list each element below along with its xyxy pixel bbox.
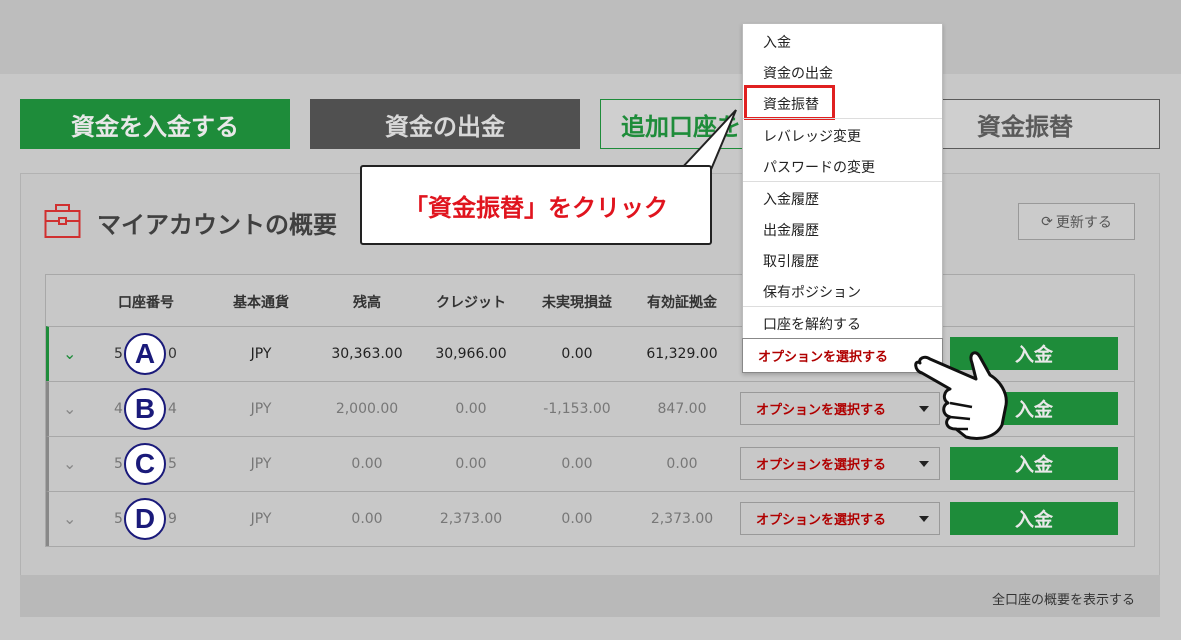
row-marker-badge: B bbox=[124, 388, 166, 430]
header-balance: 残高 bbox=[353, 295, 381, 311]
menu-item-withdraw[interactable]: 資金の出金 bbox=[763, 63, 833, 83]
equity-cell: 0.00 bbox=[666, 456, 698, 472]
briefcase-icon bbox=[44, 204, 81, 238]
currency-cell: JPY bbox=[250, 456, 272, 472]
balance-cell: 0.00 bbox=[351, 456, 383, 472]
account-number-prefix: 5 bbox=[114, 346, 123, 362]
row-marker-badge: C bbox=[124, 443, 166, 485]
row-deposit-button[interactable]: 入金 bbox=[950, 502, 1118, 535]
header-equity: 有効証拠金 bbox=[647, 295, 717, 311]
balance-cell: 2,000.00 bbox=[335, 401, 399, 417]
withdraw-funds-button[interactable]: 資金の出金 bbox=[310, 99, 580, 149]
refresh-button[interactable]: ⟳ 更新する bbox=[1018, 203, 1135, 240]
callout-text: 「資金振替」をクリック bbox=[404, 193, 668, 222]
caret-down-icon bbox=[919, 516, 929, 522]
equity-cell: 847.00 bbox=[657, 401, 707, 417]
credit-cell: 2,373.00 bbox=[439, 511, 503, 527]
chevron-down-icon[interactable]: ⌄ bbox=[63, 454, 76, 473]
options-select-label: オプションを選択する bbox=[756, 458, 887, 473]
equity-cell: 2,373.00 bbox=[650, 511, 714, 527]
chevron-down-icon[interactable]: ⌄ bbox=[63, 509, 76, 528]
currency-cell: JPY bbox=[250, 401, 272, 417]
header-base-currency: 基本通貨 bbox=[233, 295, 289, 311]
refresh-icon: ⟳ bbox=[1041, 213, 1053, 230]
credit-cell: 0.00 bbox=[455, 401, 487, 417]
menu-item-withdraw-history[interactable]: 出金履歴 bbox=[763, 220, 819, 240]
currency-cell: JPY bbox=[250, 511, 272, 527]
menu-item-trade-history[interactable]: 取引履歴 bbox=[763, 251, 819, 271]
account-number-prefix: 5 bbox=[114, 511, 123, 527]
account-number-suffix: 5 bbox=[168, 456, 177, 472]
refresh-label: 更新する bbox=[1055, 214, 1112, 231]
equity-cell: 61,329.00 bbox=[646, 346, 718, 362]
menu-item-deposit[interactable]: 入金 bbox=[763, 32, 791, 52]
credit-cell: 30,966.00 bbox=[435, 346, 507, 362]
top-bar bbox=[0, 0, 1181, 74]
header-credit: クレジット bbox=[436, 295, 506, 311]
unrealized-cell: -1,153.00 bbox=[543, 401, 611, 417]
menu-item-deposit-history[interactable]: 入金履歴 bbox=[763, 189, 819, 209]
row-marker-badge: A bbox=[124, 333, 166, 375]
menu-item-leverage[interactable]: レバレッジ変更 bbox=[763, 126, 861, 146]
page-title: マイアカウントの概要 bbox=[97, 211, 337, 239]
unrealized-cell: 0.00 bbox=[561, 511, 593, 527]
view-all-accounts-link[interactable]: 全口座の概要を表示する bbox=[992, 589, 1135, 608]
menu-item-close-account[interactable]: 口座を解約する bbox=[763, 314, 861, 334]
options-select[interactable]: オプションを選択する bbox=[740, 447, 940, 480]
account-number-suffix: 0 bbox=[168, 346, 177, 362]
options-select[interactable]: オプションを選択する bbox=[740, 502, 940, 535]
options-select-label: オプションを選択する bbox=[756, 513, 887, 528]
menu-divider bbox=[743, 118, 942, 119]
deposit-funds-button[interactable]: 資金を入金する bbox=[20, 99, 290, 149]
credit-cell: 0.00 bbox=[455, 456, 487, 472]
row-deposit-button[interactable]: 入金 bbox=[950, 447, 1118, 480]
instruction-callout: 「資金振替」をクリック bbox=[360, 165, 712, 245]
menu-item-password[interactable]: パスワードの変更 bbox=[763, 157, 875, 177]
header-unrealized-pnl: 未実現損益 bbox=[542, 295, 612, 311]
chevron-down-icon[interactable]: ⌄ bbox=[63, 344, 76, 363]
menu-divider bbox=[743, 181, 942, 182]
unrealized-cell: 0.00 bbox=[561, 346, 593, 362]
menu-item-positions[interactable]: 保有ポジション bbox=[763, 282, 861, 302]
balance-cell: 0.00 bbox=[351, 511, 383, 527]
options-dropdown-menu: 入金 資金の出金 資金振替 レバレッジ変更 パスワードの変更 入金履歴 出金履歴… bbox=[742, 23, 943, 373]
menu-divider bbox=[743, 306, 942, 307]
currency-cell: JPY bbox=[250, 346, 272, 362]
account-number-prefix: 5 bbox=[114, 456, 123, 472]
chevron-down-icon[interactable]: ⌄ bbox=[63, 399, 76, 418]
pointing-hand-icon bbox=[914, 351, 1008, 440]
options-select-label: オプションを選択する bbox=[758, 350, 889, 365]
panel-footer bbox=[20, 575, 1160, 617]
header-account-number: 口座番号 bbox=[118, 295, 174, 311]
options-select-label: オプションを選択する bbox=[756, 403, 887, 418]
balance-cell: 30,363.00 bbox=[331, 346, 403, 362]
account-number-suffix: 4 bbox=[168, 401, 177, 417]
row-marker-badge: D bbox=[124, 498, 166, 540]
caret-down-icon bbox=[919, 461, 929, 467]
account-number-suffix: 9 bbox=[168, 511, 177, 527]
account-number-prefix: 4 bbox=[114, 401, 123, 417]
unrealized-cell: 0.00 bbox=[561, 456, 593, 472]
